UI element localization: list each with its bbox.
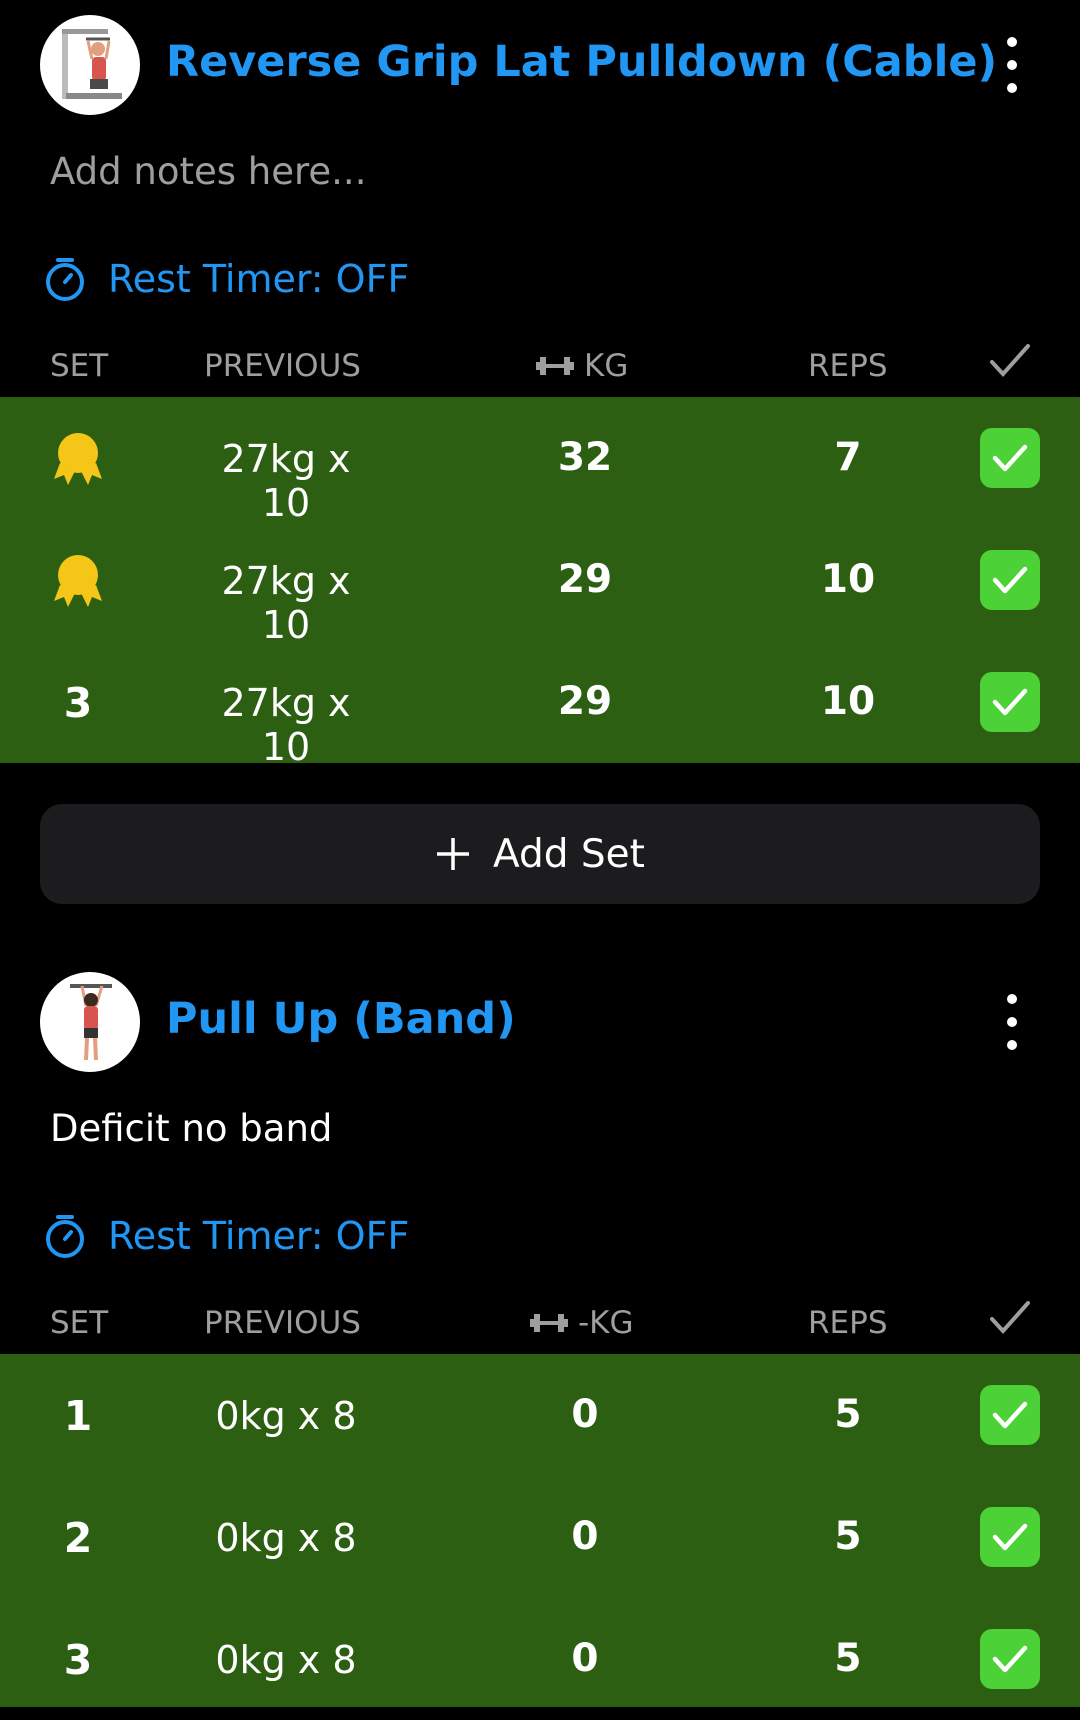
plus-icon — [437, 838, 470, 870]
notes-input[interactable]: Deficit no band — [50, 1107, 332, 1150]
check-icon — [992, 1401, 1028, 1429]
set-number[interactable]: 1 — [48, 1392, 108, 1440]
set-table-header: SET PREVIOUS KG REPS — [0, 338, 1080, 394]
weight-input[interactable]: 32 — [520, 435, 650, 480]
previous-value[interactable]: 27kg x 10 — [200, 559, 372, 647]
complete-checkbox[interactable] — [980, 672, 1040, 732]
col-weight: -KG — [530, 1305, 634, 1341]
set-number[interactable]: 2 — [48, 1514, 108, 1562]
reps-input[interactable]: 10 — [790, 557, 906, 602]
complete-checkbox[interactable] — [980, 1507, 1040, 1567]
set-row: 3 0kg x 8 0 5 — [0, 1598, 1080, 1720]
more-options-icon[interactable] — [1000, 37, 1024, 93]
rest-timer-label: Rest Timer: OFF — [108, 1214, 410, 1258]
stopwatch-icon — [46, 258, 84, 301]
exercise-header: Pull Up (Band) — [0, 972, 1080, 1072]
col-previous: PREVIOUS — [204, 348, 361, 384]
weight-input[interactable]: 29 — [520, 679, 650, 724]
rest-timer-button[interactable]: Rest Timer: OFF — [44, 254, 409, 304]
previous-value[interactable]: 0kg x 8 — [200, 1516, 372, 1560]
check-icon — [992, 566, 1028, 594]
medal-icon[interactable] — [50, 431, 106, 489]
previous-value[interactable]: 0kg x 8 — [200, 1394, 372, 1438]
rest-timer-button[interactable]: Rest Timer: OFF — [44, 1211, 409, 1261]
reps-input[interactable]: 10 — [790, 679, 906, 724]
col-set: SET — [50, 1305, 109, 1341]
col-reps: REPS — [808, 1305, 888, 1341]
add-set-button[interactable]: Add Set — [40, 804, 1040, 904]
dumbbell-icon — [536, 357, 574, 375]
col-set: SET — [50, 348, 109, 384]
complete-checkbox[interactable] — [980, 1629, 1040, 1689]
previous-value[interactable]: 27kg x 10 — [200, 437, 372, 525]
col-reps: REPS — [808, 348, 888, 384]
check-icon — [992, 1523, 1028, 1551]
reps-input[interactable]: 5 — [790, 1636, 906, 1681]
medal-icon[interactable] — [50, 553, 106, 611]
set-row: 2 0kg x 8 0 5 — [0, 1476, 1080, 1598]
weight-input[interactable]: 0 — [520, 1392, 650, 1437]
set-row: 27kg x 10 32 7 — [0, 397, 1080, 525]
complete-checkbox[interactable] — [980, 1385, 1040, 1445]
dumbbell-icon — [530, 1314, 568, 1332]
weight-input[interactable]: 0 — [520, 1636, 650, 1681]
add-set-label: Add Set — [493, 831, 645, 877]
exercise-title[interactable]: Pull Up (Band) — [166, 994, 516, 1044]
checkmark-header-icon — [990, 1301, 1030, 1334]
notes-input[interactable]: Add notes here... — [50, 150, 366, 193]
check-icon — [992, 444, 1028, 472]
check-icon — [992, 688, 1028, 716]
exercise-header: Reverse Grip Lat Pulldown (Cable) — [0, 15, 1080, 115]
set-table-header: SET PREVIOUS -KG REPS — [0, 1295, 1080, 1351]
col-previous: PREVIOUS — [204, 1305, 361, 1341]
more-options-icon[interactable] — [1000, 994, 1024, 1050]
weight-input[interactable]: 0 — [520, 1514, 650, 1559]
col-weight: KG — [536, 348, 628, 384]
set-number[interactable]: 3 — [48, 679, 108, 727]
reps-input[interactable]: 7 — [790, 435, 906, 480]
exercise-thumbnail[interactable] — [40, 972, 140, 1072]
weight-input[interactable]: 29 — [520, 557, 650, 602]
previous-value[interactable]: 0kg x 8 — [200, 1638, 372, 1682]
complete-checkbox[interactable] — [980, 550, 1040, 610]
exercise-title[interactable]: Reverse Grip Lat Pulldown (Cable) — [166, 37, 997, 87]
set-table: 27kg x 10 32 7 27kg x 10 29 10 3 27kg x … — [0, 397, 1080, 769]
set-number[interactable]: 3 — [48, 1636, 108, 1684]
complete-checkbox[interactable] — [980, 428, 1040, 488]
checkmark-header-icon — [990, 344, 1030, 377]
set-row: 27kg x 10 29 10 — [0, 519, 1080, 647]
set-row: 3 27kg x 10 29 10 — [0, 641, 1080, 769]
exercise-thumbnail[interactable] — [40, 15, 140, 115]
reps-input[interactable]: 5 — [790, 1514, 906, 1559]
set-row: 1 0kg x 8 0 5 — [0, 1354, 1080, 1476]
stopwatch-icon — [46, 1215, 84, 1258]
set-table: 1 0kg x 8 0 5 2 0kg x 8 0 5 3 0kg x 8 0 … — [0, 1354, 1080, 1707]
reps-input[interactable]: 5 — [790, 1392, 906, 1437]
rest-timer-label: Rest Timer: OFF — [108, 257, 410, 301]
previous-value[interactable]: 27kg x 10 — [200, 681, 372, 769]
check-icon — [992, 1645, 1028, 1673]
